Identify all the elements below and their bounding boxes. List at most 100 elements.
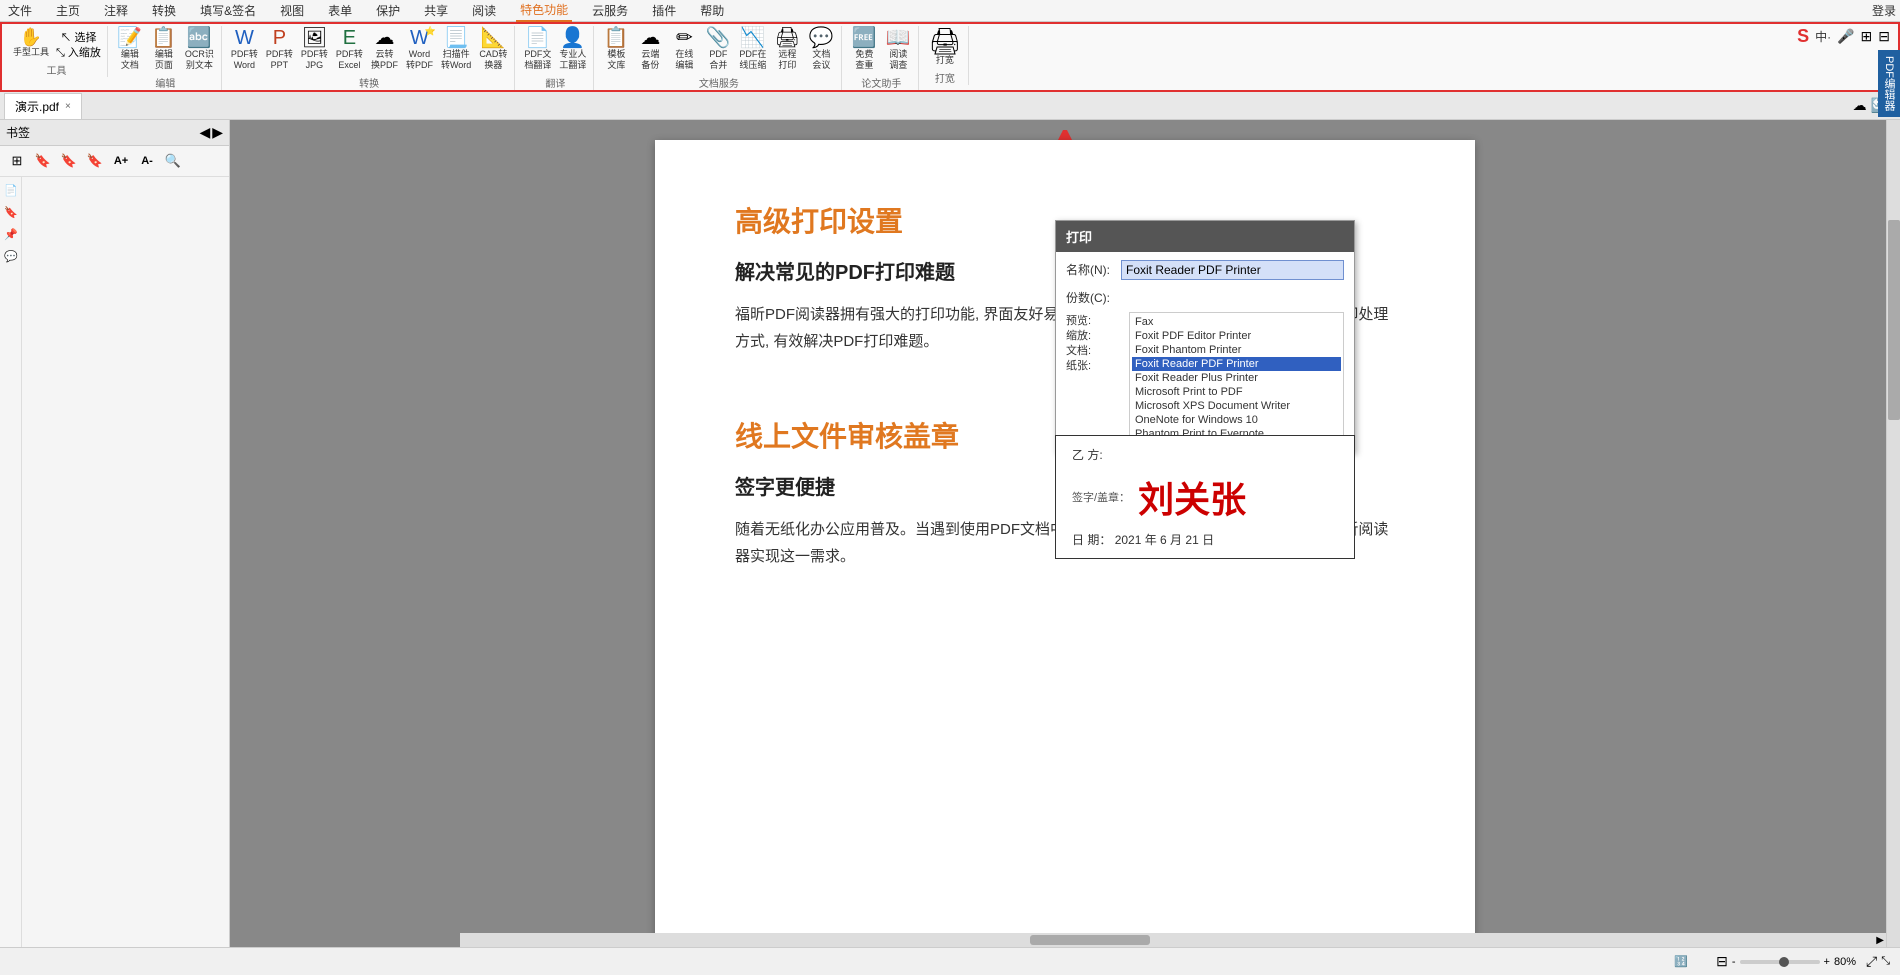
menu-item-help[interactable]: 帮助 — [696, 0, 728, 21]
minus-icon[interactable]: ⊟ — [1878, 28, 1890, 45]
sidebar-icon-bookmark2[interactable]: 🔖 — [58, 150, 80, 172]
sidebar-left-bookmark-icon[interactable]: 🔖 — [2, 203, 20, 221]
sidebar-icon-bookmark3[interactable]: 🔖 — [84, 150, 106, 172]
printer-item-4[interactable]: Foxit Reader Plus Printer — [1132, 371, 1341, 385]
sidebar-left-pin-icon[interactable]: 📌 — [2, 225, 20, 243]
handtool-btn[interactable]: ✋ 手型工具 — [10, 26, 52, 60]
sidebar-icon-grid[interactable]: ⊞ — [6, 150, 28, 172]
printer-item-6[interactable]: Microsoft XPS Document Writer — [1132, 399, 1341, 413]
cad-convert-btn[interactable]: 📐 CAD转换器 — [476, 26, 510, 73]
human-translate-btn[interactable]: 👤 专业人工翻译 — [556, 26, 589, 73]
pdf-to-jpg-btn[interactable]: 🖼 PDF转JPG — [298, 26, 331, 73]
h-scroll-right[interactable]: ▶ — [1876, 935, 1884, 946]
cloud-backup-btn[interactable]: ☁ 云端备份 — [634, 26, 666, 73]
mic-icon[interactable]: 🎤 — [1837, 28, 1854, 45]
print-name-value: Foxit Reader PDF Printer — [1121, 260, 1344, 284]
print-name-row: 名称(N): Foxit Reader PDF Printer — [1066, 260, 1344, 284]
section-sign: 线上文件审核盖章 签字更便捷 随着无纸化办公应用普及。当遇到使用PDF文档中需要… — [735, 415, 1395, 570]
pdf-translate-btn[interactable]: 📄 PDF文档翻译 — [521, 26, 554, 73]
read-survey-btn[interactable]: 📖 阅读调查 — [882, 26, 914, 73]
zoom-out-icon[interactable]: ⊟ — [1716, 953, 1728, 970]
menu-item-read[interactable]: 阅读 — [468, 0, 500, 21]
signature-name: 刘关张 — [1138, 471, 1246, 523]
sidebar-icon-font-down[interactable]: A- — [136, 150, 158, 172]
hand-icon: ✋ — [20, 28, 42, 46]
pdf-compress-icon: 📉 — [740, 28, 765, 48]
print-wide-btn[interactable]: 🖨 打宽 — [925, 26, 964, 68]
pdf-compress-btn[interactable]: 📉 PDF在线压缩 — [736, 26, 769, 73]
pdf-area[interactable]: 高级打印设置 解决常见的PDF打印难题 福昕PDF阅读器拥有强大的打印功能, 界… — [230, 120, 1900, 975]
template-icon: 📋 — [604, 28, 629, 48]
select-btn[interactable]: ↖ 选择 — [54, 32, 103, 45]
menu-item-cloud[interactable]: 云服务 — [588, 0, 632, 21]
menu-item-form[interactable]: 表单 — [324, 0, 356, 21]
print-dialog-title: 打印 — [1056, 221, 1354, 252]
expand-icon[interactable]: ⤢ — [1866, 953, 1877, 970]
free-check-btn[interactable]: 🆓 免费查重 — [848, 26, 880, 73]
pdf-to-excel-btn[interactable]: E PDF转Excel — [333, 26, 366, 73]
grid-icon[interactable]: ⊞ — [1861, 28, 1873, 45]
vertical-scrollbar[interactable] — [1886, 120, 1900, 947]
printer-item-3[interactable]: Foxit Reader PDF Printer — [1132, 357, 1341, 371]
v-scroll-thumb[interactable] — [1888, 220, 1900, 420]
scan-word-btn[interactable]: 📃 扫描件转Word — [438, 26, 474, 73]
template-btn[interactable]: 📋 模板文库 — [600, 26, 632, 73]
pdf-page: 高级打印设置 解决常见的PDF打印难题 福昕PDF阅读器拥有强大的打印功能, 界… — [655, 140, 1475, 975]
pdf-to-ppt-btn[interactable]: P PDF转PPT — [263, 26, 296, 73]
doc-tab-close[interactable]: × — [65, 101, 71, 112]
h-scroll-thumb[interactable] — [1030, 935, 1150, 945]
menu-item-view[interactable]: 视图 — [276, 0, 308, 21]
read-survey-icon: 📖 — [886, 28, 911, 48]
menu-item-protect[interactable]: 保护 — [372, 0, 404, 21]
pdf-merge-btn[interactable]: 📎 PDF合并 — [702, 26, 734, 73]
sidebar-icon-bookmark1[interactable]: 🔖 — [32, 150, 54, 172]
print-wide-icon: 🖨 — [928, 28, 961, 54]
foxit-s-logo: S — [1797, 26, 1809, 47]
scan-icon: 📃 — [444, 28, 469, 48]
edit-doc-btn[interactable]: 📝 编辑文档 — [114, 26, 146, 73]
printer-item-0[interactable]: Fax — [1132, 315, 1341, 329]
free-check-icon: 🆓 — [852, 28, 877, 48]
zoom-slider[interactable] — [1740, 960, 1820, 964]
word-to-pdf-btn[interactable]: W Word转PDF ⭐ — [403, 26, 436, 73]
edit-page-btn[interactable]: 📋 编辑页面 — [148, 26, 180, 73]
menu-item-file[interactable]: 文件 — [4, 0, 36, 21]
pdf-editor-panel-btn[interactable]: PDF编辑器 — [1878, 50, 1900, 117]
sidebar-left-comment-icon[interactable]: 💬 — [2, 247, 20, 265]
ocr-btn[interactable]: 🔤 OCR识别文本 — [182, 26, 217, 73]
section-print: 高级打印设置 解决常见的PDF打印难题 福昕PDF阅读器拥有强大的打印功能, 界… — [735, 200, 1395, 355]
zoom-slider-thumb[interactable] — [1779, 957, 1789, 967]
sidebar-icon-font-up[interactable]: A+ — [110, 150, 132, 172]
compress-icon[interactable]: ⤡ — [1881, 955, 1890, 968]
sidebar-left-page-icon[interactable]: 📄 — [2, 181, 20, 199]
zoom-btn[interactable]: ⤡ 入缩放 — [54, 47, 103, 60]
doc-meeting-btn[interactable]: 💬 文档会议 — [805, 26, 837, 73]
printer-item-5[interactable]: Microsoft Print to PDF — [1132, 385, 1341, 399]
printer-item-2[interactable]: Foxit Phantom Printer — [1132, 343, 1341, 357]
cloud-convert-btn[interactable]: ☁ 云转换PDF — [368, 26, 401, 73]
top-right-area: S 中· 🎤 ⊞ ⊟ — [1797, 26, 1890, 47]
pdf-to-word-btn[interactable]: W PDF转Word — [228, 26, 261, 73]
printer-item-1[interactable]: Foxit PDF Editor Printer — [1132, 329, 1341, 343]
menu-item-share[interactable]: 共享 — [420, 0, 452, 21]
chinese-input-icon[interactable]: 中· — [1815, 28, 1831, 45]
doc-tab[interactable]: 演示.pdf × — [4, 93, 82, 119]
online-edit-btn[interactable]: ✏ 在线编辑 — [668, 26, 700, 73]
print-copies-label: 份数(C): — [1066, 288, 1121, 306]
menu-item-special[interactable]: 特色功能 — [516, 0, 572, 22]
sidebar-nav-prev[interactable]: ◀ — [199, 124, 210, 141]
menu-item-sign[interactable]: 填写&签名 — [196, 0, 260, 21]
menu-item-annotate[interactable]: 注释 — [100, 0, 132, 21]
sidebar-nav-next[interactable]: ▶ — [212, 124, 223, 141]
remote-print-btn[interactable]: 🖨 远程打印 — [771, 26, 803, 73]
menu-item-home[interactable]: 主页 — [52, 0, 84, 21]
sidebar-title: 书签 — [6, 124, 30, 141]
ribbon-toolbar: ✋ 手型工具 ↖ 选择 ⤡ 入缩放 工具 📝 编辑文档 — [0, 22, 1900, 92]
menu-item-convert[interactable]: 转换 — [148, 0, 180, 21]
menu-item-plugin[interactable]: 插件 — [648, 0, 680, 21]
sidebar-icon-search[interactable]: 🔍 — [162, 150, 184, 172]
login-btn[interactable]: 登录 — [1872, 2, 1896, 19]
horizontal-scrollbar[interactable]: ▶ — [460, 933, 1886, 947]
status-page-info: 🔢 — [1674, 955, 1688, 968]
tab-bar: 演示.pdf × ☁ 🔄 PDF编辑器 — [0, 92, 1900, 120]
